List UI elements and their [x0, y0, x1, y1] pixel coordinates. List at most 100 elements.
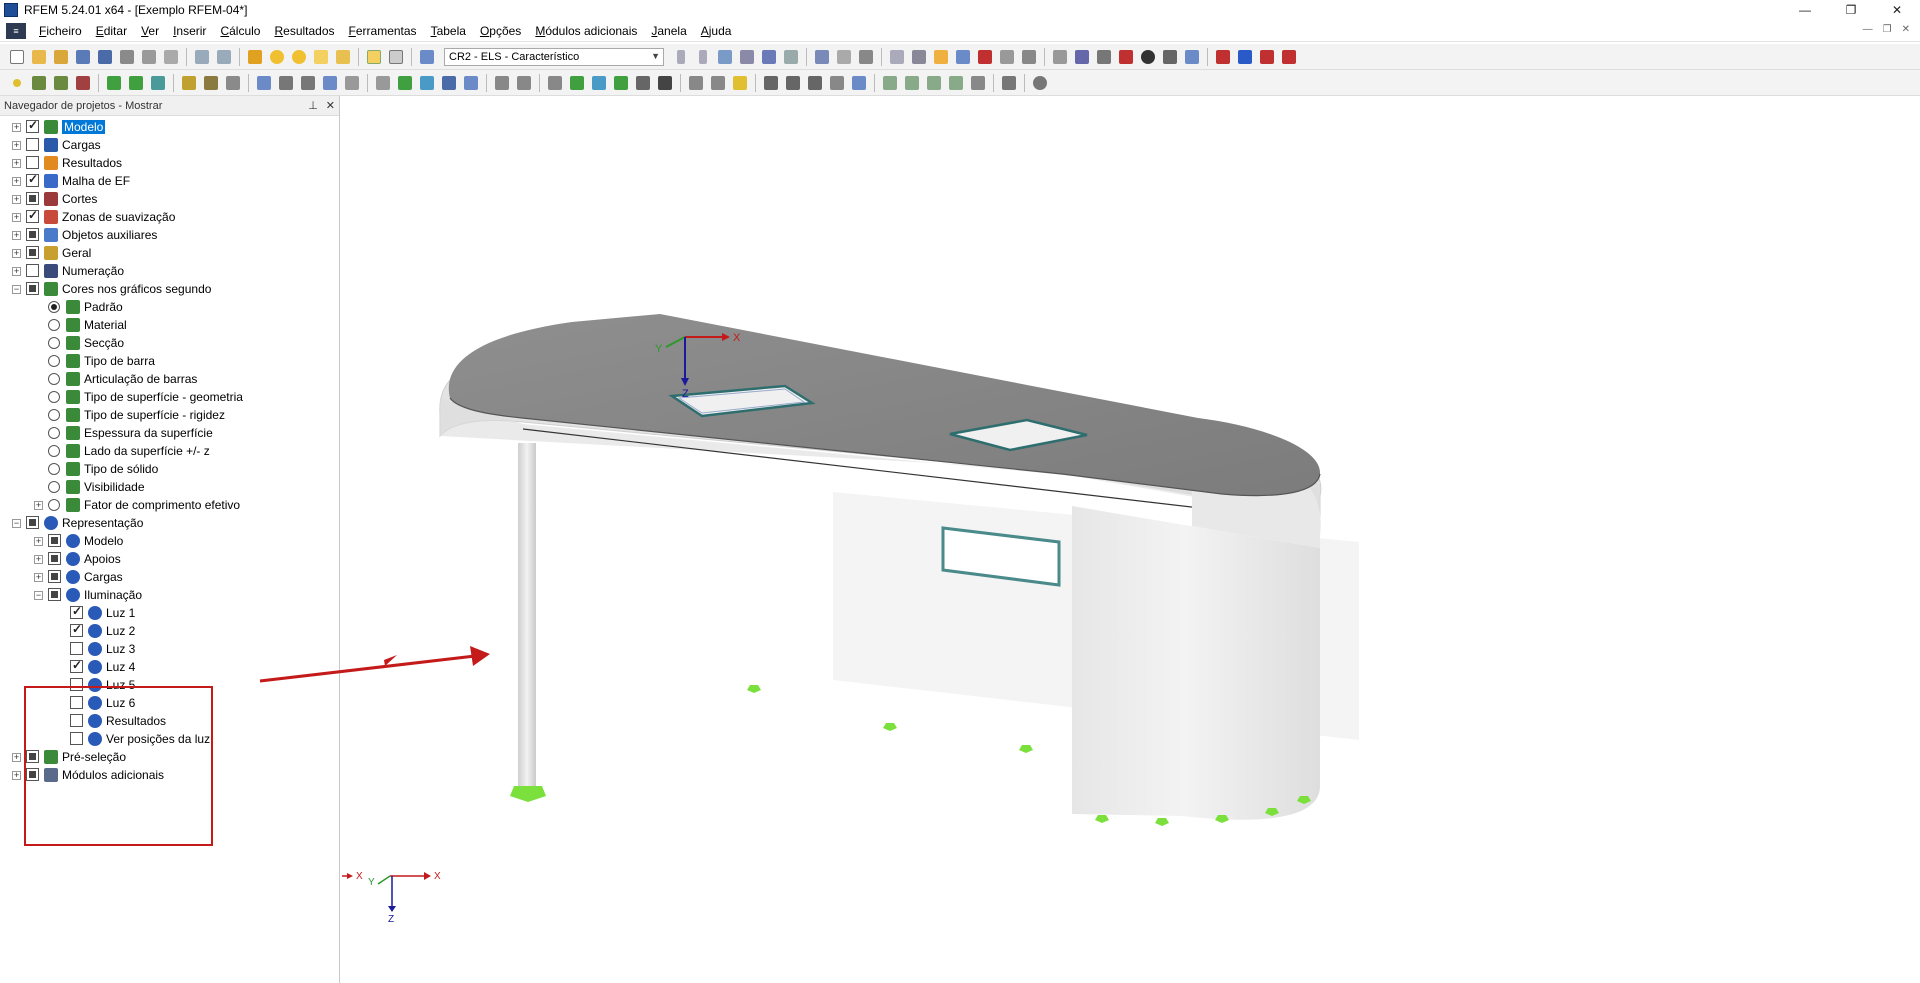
tree-item-checkbox[interactable] [26, 282, 39, 295]
menu-janela[interactable]: Janela [644, 20, 693, 42]
tree-item[interactable]: Articulação de barras [0, 370, 339, 388]
sphere-icon[interactable] [1138, 47, 1158, 67]
tree-item[interactable]: + Apoios [0, 550, 339, 568]
tree-item[interactable]: Luz 4 [0, 658, 339, 676]
open-folder-icon[interactable] [29, 47, 49, 67]
line-icon[interactable] [1072, 47, 1092, 67]
view-y-icon[interactable] [902, 73, 922, 93]
tree-item-radio[interactable] [48, 355, 60, 367]
minimize-button[interactable]: — [1782, 0, 1828, 20]
plane-icon[interactable] [567, 73, 587, 93]
cube-icon[interactable] [589, 73, 609, 93]
expand-icon[interactable]: + [34, 573, 43, 582]
search-icon[interactable] [289, 47, 309, 67]
tree-item[interactable]: Lado da superfície +/- z [0, 442, 339, 460]
previous-icon[interactable] [671, 47, 691, 67]
color-scale-icon[interactable] [730, 73, 750, 93]
tree-item-checkbox[interactable] [48, 588, 61, 601]
tree-item-checkbox[interactable] [26, 192, 39, 205]
tree-item-checkbox[interactable] [48, 534, 61, 547]
iso-view-icon[interactable] [849, 73, 869, 93]
new-load-icon[interactable] [179, 73, 199, 93]
zoom-icon[interactable] [267, 47, 287, 67]
tree-item-checkbox[interactable] [26, 208, 39, 223]
expand-icon[interactable]: + [12, 267, 21, 276]
tree-item-radio[interactable] [48, 301, 60, 313]
expand-icon[interactable]: + [12, 141, 21, 150]
menu-ver[interactable]: Ver [134, 20, 166, 42]
table-toggle-icon[interactable] [386, 47, 406, 67]
grid-icon[interactable] [834, 47, 854, 67]
slab-top[interactable] [448, 314, 1321, 496]
divide-line-icon[interactable] [492, 73, 512, 93]
tree-item[interactable]: Visibilidade [0, 478, 339, 496]
view-iso-icon[interactable] [946, 73, 966, 93]
new-arc-icon[interactable] [73, 73, 93, 93]
tree-item-radio[interactable] [48, 373, 60, 385]
collapse-icon[interactable]: − [12, 519, 21, 528]
graphic-viewport[interactable]: X Y Z X Y Z [342, 96, 1920, 983]
move-copy-icon[interactable] [373, 73, 393, 93]
tree-item-checkbox[interactable] [26, 516, 39, 529]
tree-item-checkbox[interactable] [26, 264, 39, 277]
mdi-minimize-button[interactable]: — [1863, 24, 1873, 35]
tree-item-checkbox[interactable] [26, 138, 39, 151]
tree-item[interactable]: Material [0, 316, 339, 334]
tree-item[interactable]: Tipo de sólido [0, 460, 339, 478]
menu-modulos-adicionais[interactable]: Módulos adicionais [528, 20, 644, 42]
view-minus-x-icon[interactable] [968, 73, 988, 93]
pin-icon[interactable]: ⊥ [308, 99, 318, 112]
tree-item[interactable]: Luz 3 [0, 640, 339, 658]
new-member-load-icon[interactable] [201, 73, 221, 93]
box-view-icon[interactable] [827, 73, 847, 93]
rotate-objects-icon[interactable] [395, 73, 415, 93]
collapse-icon[interactable]: − [34, 591, 43, 600]
grid-points-icon[interactable] [633, 73, 653, 93]
document-icon[interactable]: ≡ [6, 22, 26, 39]
curved-wall[interactable] [1072, 506, 1320, 820]
menu-tabela[interactable]: Tabela [424, 20, 473, 42]
view-icon[interactable] [812, 47, 832, 67]
tree-item-checkbox[interactable] [70, 658, 83, 673]
expand-icon[interactable]: + [12, 753, 21, 762]
view-x-icon[interactable] [880, 73, 900, 93]
tree-item[interactable]: + Resultados [0, 154, 339, 172]
view-filter-icon[interactable] [783, 73, 803, 93]
tree-item-radio[interactable] [48, 319, 60, 331]
new-file-icon[interactable] [7, 47, 27, 67]
layer-icon[interactable] [686, 73, 706, 93]
select-icon[interactable] [887, 47, 907, 67]
tree-item[interactable]: − Representação [0, 514, 339, 532]
tree-item[interactable]: Luz 1 [0, 604, 339, 622]
menu-inserir[interactable]: Inserir [166, 20, 213, 42]
select-window-icon[interactable] [909, 47, 929, 67]
new-hinge-icon[interactable] [126, 73, 146, 93]
filter-icon[interactable] [761, 73, 781, 93]
connect-lines-icon[interactable] [514, 73, 534, 93]
print-report-icon[interactable] [139, 47, 159, 67]
tree-item[interactable]: Tipo de barra [0, 352, 339, 370]
scale-objects-icon[interactable] [461, 73, 481, 93]
scale-icon[interactable] [781, 47, 801, 67]
tree-item[interactable]: − Iluminação [0, 586, 339, 604]
tree-item[interactable]: + Modelo [0, 118, 339, 136]
tree-item[interactable]: + Modelo [0, 532, 339, 550]
new-node-icon[interactable] [7, 73, 27, 93]
expand-icon[interactable]: + [34, 555, 43, 564]
zoom-window-icon[interactable] [975, 47, 995, 67]
loadcase-icon[interactable] [417, 47, 437, 67]
new-line-icon[interactable] [29, 73, 49, 93]
deformation-icon[interactable] [759, 47, 779, 67]
tree-item[interactable]: Tipo de superfície - geometria [0, 388, 339, 406]
rotate-icon[interactable] [931, 47, 951, 67]
column[interactable] [518, 443, 536, 786]
settings-icon[interactable] [1182, 47, 1202, 67]
tree-item-checkbox[interactable] [70, 642, 83, 655]
maximize-button[interactable]: ❐ [1828, 0, 1874, 20]
tree-item-radio[interactable] [48, 445, 60, 457]
pencil-icon[interactable] [999, 73, 1019, 93]
table-icon[interactable] [655, 73, 675, 93]
menu-ferramentas[interactable]: Ferramentas [342, 20, 424, 42]
tree-item-checkbox[interactable] [48, 570, 61, 583]
menu-ajuda[interactable]: Ajuda [694, 20, 739, 42]
